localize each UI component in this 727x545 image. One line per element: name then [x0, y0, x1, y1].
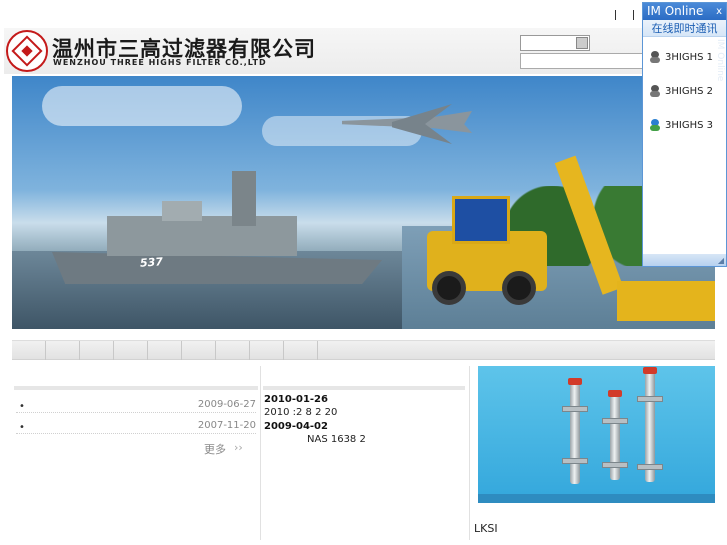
ship-number: 537: [139, 255, 164, 270]
update-date[interactable]: 2010-01-26: [264, 394, 328, 405]
list-item[interactable]: • 2007-11-20: [16, 420, 256, 434]
search-dropdown-button[interactable]: [576, 37, 588, 49]
loader-wheel: [432, 271, 466, 305]
nav-item[interactable]: [46, 341, 80, 360]
news-header-bar: [14, 386, 258, 390]
im-contact-label: 3HIGHS 2: [665, 86, 713, 97]
resize-grip-icon[interactable]: ◢: [718, 256, 724, 265]
more-arrow-icon[interactable]: ››: [234, 441, 243, 454]
list-item[interactable]: • 2009-06-27: [16, 399, 256, 413]
hero-banner: 537: [12, 76, 715, 329]
update-date[interactable]: 2009-04-02: [264, 421, 328, 432]
update-text: 2010 :2 8 2 20: [264, 407, 338, 418]
secondary-input[interactable]: [520, 53, 644, 69]
im-contact[interactable]: 3HIGHS 3: [649, 119, 725, 135]
loader-wheel: [502, 271, 536, 305]
nav-item[interactable]: [114, 341, 148, 360]
qq-offline-icon: [649, 85, 661, 98]
qq-offline-icon: [649, 51, 661, 64]
more-link[interactable]: 更多: [204, 441, 226, 457]
im-title[interactable]: IM Online x: [643, 3, 726, 20]
im-contact[interactable]: 3HIGHS 1: [649, 51, 725, 67]
nav-item[interactable]: [12, 341, 46, 360]
im-contact[interactable]: 3HIGHS 2: [649, 85, 725, 101]
column-divider: [260, 366, 261, 540]
product-image[interactable]: [478, 366, 715, 503]
im-contact-label: 3HIGHS 3: [665, 120, 713, 131]
im-contact-label: 3HIGHS 1: [665, 52, 713, 63]
nav-item[interactable]: [216, 341, 250, 360]
filter-tube: [570, 384, 580, 484]
company-logo-icon[interactable]: [6, 30, 48, 72]
news-date: 2007-11-20: [197, 420, 256, 431]
column-divider: [469, 366, 470, 540]
bullet: •: [19, 401, 25, 412]
nav-item[interactable]: [182, 341, 216, 360]
company-name-en: WENZHOU THREE HIGHS FILTER CO.,LTD: [53, 58, 267, 67]
update-text: NAS 1638 2: [307, 434, 366, 445]
product-caption: LKSI: [474, 522, 498, 535]
close-icon[interactable]: x: [716, 4, 722, 20]
im-subtitle: 在线即时通讯: [643, 20, 726, 37]
nav-item[interactable]: [80, 341, 114, 360]
news-date: 2009-06-27: [197, 399, 256, 410]
im-watermark: IM Online: [715, 39, 725, 82]
im-online-panel: IM Online x 在线即时通讯 IM Online 3HIGHS 1 3H…: [642, 2, 727, 267]
main-nav: [12, 340, 715, 360]
top-separator: [615, 10, 616, 20]
nav-item[interactable]: [148, 341, 182, 360]
excavator-body: [617, 281, 715, 321]
ship-superstructure: [107, 216, 297, 256]
ship-mast: [232, 171, 256, 226]
nav-item[interactable]: [284, 341, 318, 360]
updates-header-bar: [263, 386, 465, 390]
im-title-text: IM Online: [647, 4, 704, 18]
top-bar: [0, 0, 727, 28]
qq-online-icon: [649, 119, 661, 132]
top-separator: [633, 10, 634, 20]
nav-item[interactable]: [250, 341, 284, 360]
bullet: •: [19, 422, 25, 433]
page: 温州市三高过滤器有限公司 WENZHOU THREE HIGHS FILTER …: [0, 0, 727, 545]
im-footer: ◢: [643, 254, 726, 266]
